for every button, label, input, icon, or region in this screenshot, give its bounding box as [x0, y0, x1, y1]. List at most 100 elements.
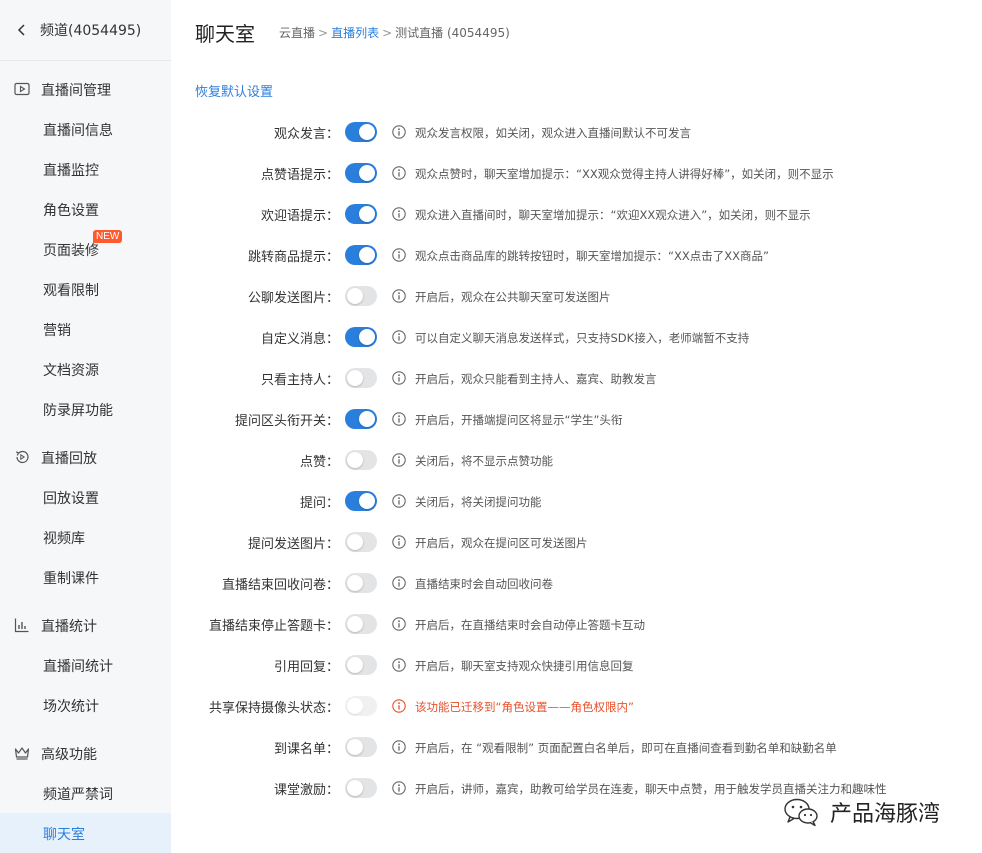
setting-description: 关闭后，将不显示点赞功能: [415, 454, 553, 468]
setting-label: 提问：: [299, 496, 339, 511]
setting-row: 提问发送图片： 开启后，观众在提问区可发送图片: [0, 527, 982, 557]
restore-default-link[interactable]: 恢复默认设置: [195, 81, 273, 100]
chevron-left-icon[interactable]: [14, 22, 30, 38]
toggle-knob: [359, 493, 375, 509]
info-icon: [392, 617, 406, 631]
setting-toggle[interactable]: [345, 409, 377, 429]
setting-label: 共享保持摄像头状态：: [208, 701, 339, 716]
page-title: 聊天室: [195, 22, 255, 46]
setting-row: 提问区头衔开关： 开启后，开播端提问区将显示“学生”头衔: [0, 404, 982, 434]
setting-toggle[interactable]: [345, 778, 377, 798]
setting-toggle[interactable]: [345, 614, 377, 634]
breadcrumb-item-cloud-live[interactable]: 云直播: [279, 26, 315, 40]
toggle-knob: [359, 165, 375, 181]
info-icon: [392, 330, 406, 344]
setting-label: 自定义消息：: [260, 332, 339, 347]
setting-toggle[interactable]: [345, 450, 377, 470]
setting-description: 观众进入直播间时，聊天室增加提示：“欢迎XX观众进入”，如关闭，则不显示: [415, 208, 811, 222]
setting-toggle[interactable]: [345, 368, 377, 388]
setting-toggle[interactable]: [345, 163, 377, 183]
info-icon: [392, 248, 406, 262]
sidebar-group-live-room[interactable]: 直播间管理: [0, 69, 171, 109]
setting-toggle[interactable]: [345, 573, 377, 593]
info-icon: [392, 371, 406, 385]
setting-row: 公聊发送图片： 开启后，观众在公共聊天室可发送图片: [0, 281, 982, 311]
toggle-knob: [347, 616, 363, 632]
setting-description: 可以自定义聊天消息发送样式，只支持SDK接入，老师端暂不支持: [415, 331, 750, 345]
setting-label: 提问发送图片：: [247, 537, 339, 552]
info-icon: [392, 535, 406, 549]
sidebar-item-chatroom[interactable]: 聊天室: [0, 813, 171, 853]
setting-description: 关闭后，将关闭提问功能: [415, 495, 542, 509]
setting-description: 开启后，观众在公共聊天室可发送图片: [415, 290, 611, 304]
setting-toggle[interactable]: [345, 532, 377, 552]
toggle-knob: [359, 411, 375, 427]
setting-row: 跳转商品提示： 观众点击商品库的跳转按钮时，聊天室增加提示：“XX点击了XX商品”: [0, 240, 982, 270]
setting-toggle[interactable]: [345, 327, 377, 347]
toggle-knob: [359, 124, 375, 140]
toggle-knob: [359, 206, 375, 222]
setting-description: 开启后，在直播结束时会自动停止答题卡互动: [415, 618, 645, 632]
info-icon: [392, 412, 406, 426]
info-icon: [392, 658, 406, 672]
info-icon: [392, 125, 406, 139]
sidebar-divider: [0, 60, 171, 61]
setting-description: 观众点赞时，聊天室增加提示：“XX观众觉得主持人讲得好棒”，如关闭，则不显示: [415, 167, 834, 181]
toggle-knob: [347, 534, 363, 550]
setting-label: 只看主持人：: [260, 373, 339, 388]
setting-label: 点赞：: [299, 455, 339, 470]
setting-toggle[interactable]: [345, 655, 377, 675]
setting-label: 直播结束停止答题卡：: [208, 619, 339, 634]
info-icon: [392, 207, 406, 221]
toggle-knob: [347, 780, 363, 796]
setting-toggle[interactable]: [345, 122, 377, 142]
toggle-knob: [347, 370, 363, 386]
setting-row: 点赞： 关闭后，将不显示点赞功能: [0, 445, 982, 475]
setting-label: 直播结束回收问卷：: [221, 578, 339, 593]
setting-description: 开启后，在 “观看限制” 页面配置白名单后，即可在直播间查看到勤名单和缺勤名单: [415, 741, 837, 755]
watermark-text: 产品海豚湾: [830, 802, 941, 827]
toggle-knob: [347, 452, 363, 468]
setting-toggle[interactable]: [345, 204, 377, 224]
toggle-knob: [347, 739, 363, 755]
setting-row: 自定义消息： 可以自定义聊天消息发送样式，只支持SDK接入，老师端暂不支持: [0, 322, 982, 352]
info-icon: [392, 740, 406, 754]
info-icon: [392, 576, 406, 590]
setting-toggle[interactable]: [345, 491, 377, 511]
info-icon: [392, 781, 406, 795]
setting-description: 观众发言权限，如关闭，观众进入直播间默认不可发言: [415, 126, 691, 140]
setting-description: 开启后，观众只能看到主持人、嘉宾、助教发言: [415, 372, 657, 386]
setting-row: 直播结束停止答题卡： 开启后，在直播结束时会自动停止答题卡互动: [0, 609, 982, 639]
sidebar-item-label: 聊天室: [43, 827, 85, 843]
setting-description: 开启后，聊天室支持观众快捷引用信息回复: [415, 659, 634, 673]
info-icon: [392, 166, 406, 180]
setting-row: 引用回复： 开启后，聊天室支持观众快捷引用信息回复: [0, 650, 982, 680]
setting-toggle[interactable]: [345, 737, 377, 757]
breadcrumb-item-live-list[interactable]: 直播列表: [331, 26, 379, 40]
info-icon: [392, 494, 406, 508]
wechat-icon: [784, 798, 818, 827]
channel-title: 频道(4054495): [40, 23, 142, 39]
setting-row: 点赞语提示： 观众点赞时，聊天室增加提示：“XX观众觉得主持人讲得好棒”，如关闭，…: [0, 158, 982, 188]
breadcrumb-separator: >: [382, 26, 393, 40]
toggle-knob: [347, 288, 363, 304]
info-icon: [392, 453, 406, 467]
setting-toggle: [345, 696, 377, 716]
toggle-knob: [347, 698, 363, 714]
setting-description: 直播结束时会自动回收问卷: [415, 577, 553, 591]
setting-label: 点赞语提示：: [260, 168, 339, 183]
setting-label: 提问区头衔开关：: [234, 414, 339, 429]
setting-label: 观众发言：: [273, 127, 339, 142]
toggle-knob: [347, 575, 363, 591]
setting-label: 到课名单：: [273, 742, 339, 757]
sidebar-back-header[interactable]: 频道(4054495): [0, 0, 171, 60]
setting-label: 欢迎语提示：: [260, 209, 339, 224]
setting-row: 直播结束回收问卷： 直播结束时会自动回收问卷: [0, 568, 982, 598]
toggle-knob: [347, 657, 363, 673]
setting-toggle[interactable]: [345, 286, 377, 306]
setting-toggle[interactable]: [345, 245, 377, 265]
setting-row: 欢迎语提示： 观众进入直播间时，聊天室增加提示：“欢迎XX观众进入”，如关闭，则不…: [0, 199, 982, 229]
breadcrumb-separator: >: [318, 26, 329, 40]
setting-label: 引用回复：: [273, 660, 339, 675]
play-screen-icon: [14, 82, 30, 96]
